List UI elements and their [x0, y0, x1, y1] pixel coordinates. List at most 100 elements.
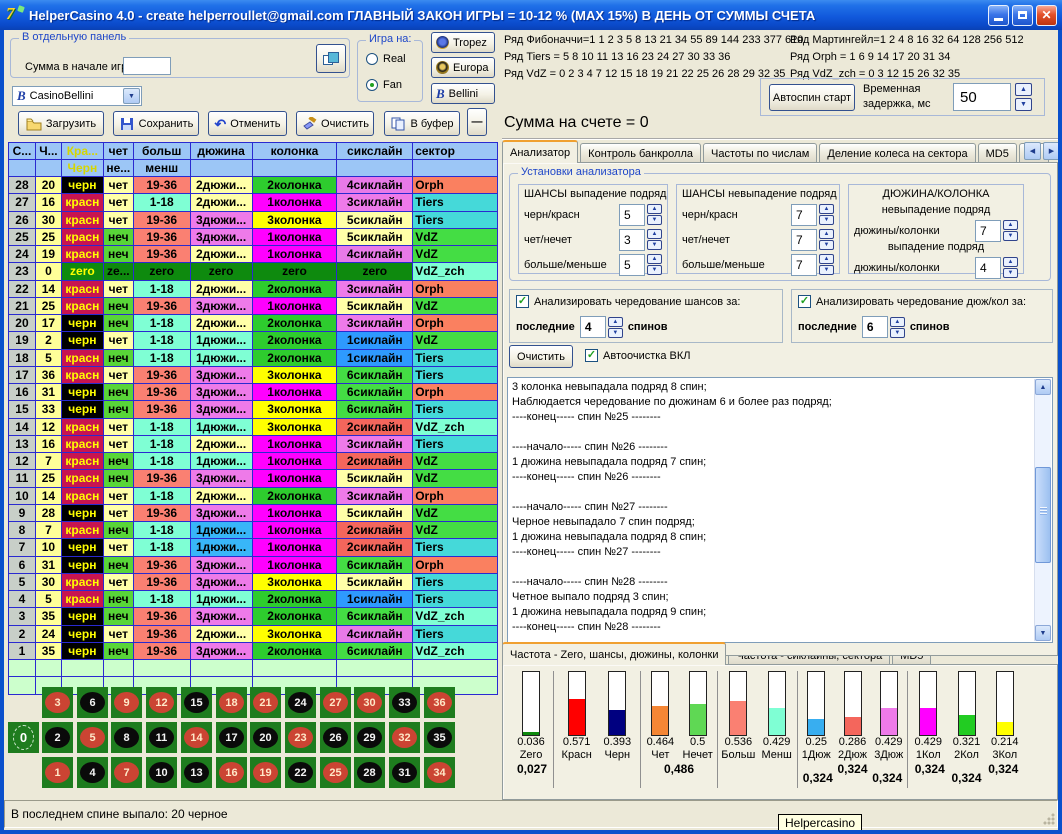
roulette-number-cell[interactable]: 15: [181, 687, 212, 718]
collapse-panel-button[interactable]: —: [467, 108, 487, 136]
roulette-number-cell[interactable]: 7: [111, 757, 142, 788]
roulette-number-cell[interactable]: 14: [181, 722, 212, 753]
spin-down-icon[interactable]: ▼: [647, 265, 662, 275]
minimize-button[interactable]: [988, 5, 1009, 26]
spin-up-icon[interactable]: ▲: [819, 204, 834, 214]
tab-scroll-right-icon[interactable]: ▶: [1043, 142, 1058, 160]
dozens-spins-value[interactable]: 6: [862, 316, 888, 338]
casino-select[interactable]: B CasinoBellini ▼: [12, 86, 142, 106]
dozen-hit-value[interactable]: 4: [975, 257, 1001, 279]
radio-fan[interactable]: Fan: [366, 79, 402, 91]
roulette-number-cell[interactable]: 19: [250, 757, 281, 788]
roulette-number-cell[interactable]: 18: [216, 687, 247, 718]
spin-down-icon[interactable]: ▼: [819, 265, 834, 275]
casino-europa-button[interactable]: Europa: [431, 57, 495, 78]
clear-log-button[interactable]: Очистить: [509, 345, 573, 368]
spin-down-icon[interactable]: ▼: [890, 328, 905, 338]
start-sum-input[interactable]: [123, 57, 171, 75]
spin-down-icon[interactable]: ▼: [608, 328, 623, 338]
autoclean-checkbox[interactable]: ✓ Автоочистка ВКЛ: [585, 349, 690, 362]
roulette-number-cell[interactable]: 36: [424, 687, 455, 718]
dozen-miss-value[interactable]: 7: [975, 220, 1001, 242]
roulette-number-cell[interactable]: 2: [42, 722, 73, 753]
roulette-number-cell[interactable]: 26: [320, 722, 351, 753]
radio-real[interactable]: Real: [366, 53, 406, 65]
undo-button[interactable]: ↶ Отменить: [208, 111, 287, 136]
spin-down-icon[interactable]: ▼: [647, 215, 662, 225]
clear-table-button[interactable]: Очистить: [296, 111, 374, 136]
roulette-number-cell[interactable]: 27: [320, 687, 351, 718]
chances-spins-value[interactable]: 4: [580, 316, 606, 338]
casino-tropez-button[interactable]: Tropez: [431, 32, 495, 53]
roulette-number-cell[interactable]: 11: [146, 722, 177, 753]
roulette-number-cell[interactable]: 10: [146, 757, 177, 788]
tab-frequency-0[interactable]: Частота - Zero, шансы, дюжины, колонки: [502, 642, 726, 665]
spin-up-icon[interactable]: ▲: [608, 317, 623, 327]
roulette-number-cell[interactable]: 9: [111, 687, 142, 718]
roulette-number-cell[interactable]: 25: [320, 757, 351, 788]
spin-down-icon[interactable]: ▼: [1003, 268, 1018, 278]
spinner-value[interactable]: 5: [619, 204, 645, 226]
tab-scroll-left-icon[interactable]: ◀: [1024, 142, 1041, 160]
roulette-number-cell[interactable]: 29: [354, 722, 385, 753]
tab-analyzer-3[interactable]: Деление колеса на сектора: [819, 143, 975, 163]
chevron-down-icon[interactable]: ▼: [123, 88, 140, 104]
spin-up-icon[interactable]: ▲: [647, 204, 662, 214]
roulette-number-cell[interactable]: 5: [77, 722, 108, 753]
roulette-number-cell[interactable]: 12: [146, 687, 177, 718]
spinner-value[interactable]: 5: [619, 254, 645, 276]
roulette-number-cell[interactable]: 30: [354, 687, 385, 718]
roulette-number-cell[interactable]: 28: [354, 757, 385, 788]
roulette-number-cell[interactable]: 32: [389, 722, 420, 753]
analysis-log[interactable]: 3 колонка невыпадала подряд 8 спин; Набл…: [507, 377, 1053, 643]
scroll-up-icon[interactable]: ▲: [1035, 379, 1051, 395]
roulette-number-cell[interactable]: 31: [389, 757, 420, 788]
spin-down-icon[interactable]: ▼: [819, 240, 834, 250]
spin-down-icon[interactable]: ▼: [1003, 231, 1018, 241]
roulette-number-cell[interactable]: 16: [216, 757, 247, 788]
roulette-number-cell[interactable]: 23: [285, 722, 316, 753]
title-bar[interactable]: 7 HelperCasino 4.0 - create helperroulle…: [0, 0, 1062, 30]
tab-analyzer-2[interactable]: Частоты по числам: [703, 143, 817, 163]
roulette-number-cell[interactable]: 13: [181, 757, 212, 788]
tab-analyzer-4[interactable]: MD5: [978, 143, 1017, 163]
spinner-value[interactable]: 7: [791, 254, 817, 276]
roulette-number-cell[interactable]: 21: [250, 687, 281, 718]
spin-up-icon[interactable]: ▲: [647, 229, 662, 239]
scrollbar-thumb[interactable]: [1035, 467, 1051, 563]
spinner-value[interactable]: 3: [619, 229, 645, 251]
spin-up-icon[interactable]: ▲: [647, 254, 662, 264]
delay-input[interactable]: 50: [953, 83, 1011, 111]
alternation-dozens-checkbox[interactable]: ✓ Анализировать чередование дюж/кол за:: [798, 295, 1026, 308]
roulette-number-cell[interactable]: 17: [216, 722, 247, 753]
spin-up-icon[interactable]: ▲: [1003, 257, 1018, 267]
delay-up-button[interactable]: ▲: [1015, 83, 1032, 96]
roulette-number-cell[interactable]: 1: [42, 757, 73, 788]
maximize-button[interactable]: [1012, 5, 1033, 26]
roulette-number-cell[interactable]: 6: [77, 687, 108, 718]
spin-up-icon[interactable]: ▲: [890, 317, 905, 327]
spin-down-icon[interactable]: ▼: [819, 215, 834, 225]
autospin-start-button[interactable]: Автоспин старт: [769, 84, 855, 111]
copy-buffer-button[interactable]: В буфер: [384, 111, 460, 136]
spinner-value[interactable]: 7: [791, 229, 817, 251]
save-button[interactable]: Сохранить: [113, 111, 199, 136]
close-button[interactable]: ✕: [1036, 5, 1057, 26]
spin-up-icon[interactable]: ▲: [819, 254, 834, 264]
spin-up-icon[interactable]: ▲: [1003, 220, 1018, 230]
roulette-number-cell[interactable]: 20: [250, 722, 281, 753]
tab-analyzer-0[interactable]: Анализатор: [502, 140, 578, 163]
roulette-number-cell[interactable]: 22: [285, 757, 316, 788]
alternation-chances-checkbox[interactable]: ✓ Анализировать чередование шансов за:: [516, 295, 740, 308]
roulette-number-cell[interactable]: 4: [77, 757, 108, 788]
scroll-down-icon[interactable]: ▼: [1035, 625, 1051, 641]
detach-panel-button[interactable]: [316, 44, 346, 73]
delay-down-button[interactable]: ▼: [1015, 98, 1032, 111]
resize-grip[interactable]: [1042, 812, 1055, 825]
casino-bellini-button[interactable]: B Bellini: [431, 83, 495, 104]
roulette-number-cell[interactable]: 34: [424, 757, 455, 788]
roulette-number-cell[interactable]: 35: [424, 722, 455, 753]
roulette-zero-cell[interactable]: 0: [8, 722, 39, 753]
roulette-number-cell[interactable]: 24: [285, 687, 316, 718]
spinner-value[interactable]: 7: [791, 204, 817, 226]
